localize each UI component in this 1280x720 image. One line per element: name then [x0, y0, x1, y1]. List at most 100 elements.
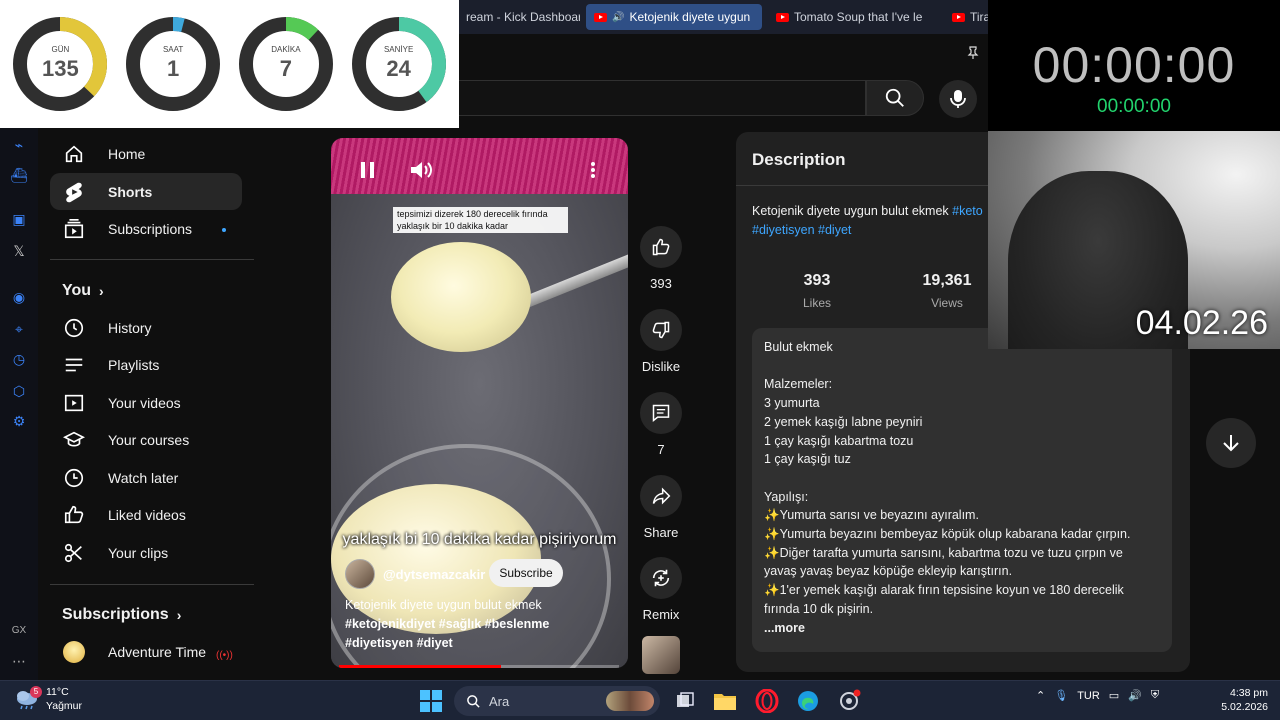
recipe-line — [764, 469, 1160, 488]
counter-label: SAAT — [162, 45, 184, 54]
extensions-icon[interactable]: ⬡ — [10, 382, 28, 400]
sidebar-item-subscriptions[interactable]: Subscriptions — [50, 210, 242, 247]
x-icon[interactable]: 𝕏 — [10, 242, 28, 260]
cloud-bread-spoon — [391, 242, 531, 352]
taskbar-search[interactable]: Ara — [454, 686, 660, 716]
edge-button[interactable] — [795, 688, 821, 714]
subscriptions-heading-label: Subscriptions — [62, 606, 169, 623]
video-subtitle: yaklaşık bi 10 dakika kadar pişiriyorum — [342, 531, 617, 548]
search-input[interactable] — [458, 80, 866, 116]
channel-avatar — [62, 640, 86, 664]
comments-button[interactable] — [640, 392, 682, 434]
recipe-line: 1 çay kaşığı kabartma tozu — [764, 433, 914, 448]
sidebar-item-your-clips[interactable]: Your clips — [50, 534, 242, 571]
language-indicator[interactable]: TUR — [1077, 690, 1100, 702]
show-more-link[interactable]: ...more — [764, 619, 1160, 638]
tab-tomato-soup[interactable]: Tomato Soup that I've le — [768, 4, 938, 30]
volume-icon[interactable]: 🔊 — [1128, 689, 1142, 702]
hashtag-link[interactable]: #diyetisyen #diyet — [752, 223, 851, 237]
display-icon[interactable]: ▭ — [1109, 689, 1119, 702]
search-button[interactable] — [866, 80, 924, 116]
shorts-video-player[interactable]: tepsimizi dizerek 180 derecelik fırında … — [331, 138, 628, 668]
sidebar-item-label: Adventure Time — [108, 643, 207, 660]
video-progress-bar[interactable] — [339, 665, 619, 668]
microphone-icon — [950, 90, 966, 108]
chevron-up-icon[interactable]: ⌃ — [1036, 689, 1045, 702]
shield-icon[interactable]: ⛨ — [1151, 689, 1159, 702]
sidebar-you-heading[interactable]: You › — [62, 282, 104, 300]
like-button[interactable] — [640, 226, 682, 268]
weather-text: 11°C Yağmur — [46, 685, 82, 713]
share-label: Share — [643, 525, 679, 540]
file-explorer-button[interactable] — [712, 688, 738, 714]
app-button[interactable] — [836, 688, 862, 714]
opera-gx-button[interactable] — [754, 688, 780, 714]
voice-search-button[interactable] — [939, 80, 977, 118]
more-icon[interactable]: ⋯ — [10, 652, 28, 670]
sidebar-divider — [50, 584, 254, 585]
recipe-line: Yapılışı: — [764, 489, 809, 504]
share-button[interactable] — [640, 475, 682, 517]
sidebar-item-your-courses[interactable]: Your courses — [50, 421, 242, 458]
thumbs-down-icon — [652, 321, 670, 339]
tab-tira[interactable]: Tira — [944, 4, 988, 30]
folder-icon — [714, 694, 736, 710]
liked-icon — [62, 503, 86, 527]
tab-ketojenik-active[interactable]: 🔊 Ketojenik diyete uygun — [586, 4, 762, 30]
sidebar-item-your-videos[interactable]: Your videos — [50, 384, 242, 421]
taskbar-clock[interactable]: 4:38 pm 5.02.2026 — [1206, 686, 1268, 714]
task-view-button[interactable] — [672, 688, 698, 714]
more-options-button[interactable] — [589, 160, 597, 185]
sidebar-item-watch-later[interactable]: Watch later — [50, 459, 242, 496]
hashtag-link[interactable]: #keto — [952, 204, 983, 218]
recipe-line — [764, 357, 1160, 376]
windows-start-button[interactable] — [418, 688, 444, 714]
next-short-button[interactable] — [1206, 418, 1256, 468]
description-body[interactable]: Bulut ekmek Malzemeler: 3 yumurta 2 yeme… — [752, 328, 1172, 652]
video-channel[interactable]: @dytsemazcakir — [345, 559, 485, 589]
comment-count: 7 — [657, 442, 665, 457]
sidebar-item-home[interactable]: Home — [50, 135, 242, 172]
pin-icon[interactable]: ⌖ — [10, 320, 28, 338]
microphone-icon[interactable]: 🎙 — [1054, 689, 1068, 702]
windows-logo-icon — [420, 690, 442, 712]
youtube-icon — [776, 12, 789, 22]
sidebar-item-liked-videos[interactable]: Liked videos — [50, 496, 242, 533]
video-description[interactable]: Ketojenik diyete uygun bulut ekmek #keto… — [345, 596, 605, 653]
pin-icon[interactable] — [967, 46, 979, 60]
ship-icon[interactable]: ⛴ — [10, 166, 28, 184]
weather-widget[interactable]: 5 11°C Yağmur — [14, 685, 82, 713]
like-count: 393 — [650, 276, 672, 291]
sidebar-subscriptions-heading[interactable]: Subscriptions › — [62, 606, 181, 624]
browser-tab-bar: ream - Kick Dashboard 🔊 Ketojenik diyete… — [458, 0, 988, 34]
timer-main: 00:00:00 — [1032, 37, 1236, 93]
gamepad-icon[interactable]: ⌁ — [10, 136, 28, 154]
player-icon[interactable]: ◉ — [10, 288, 28, 306]
dislike-button[interactable] — [640, 309, 682, 351]
recipe-line: yavaş yavaş beyaz köpüğe ekleyip karıştı… — [764, 564, 1013, 579]
recipe-line: 1 çay kaşığı tuz — [764, 452, 851, 467]
search-icon — [467, 694, 480, 708]
share-icon — [652, 487, 671, 505]
gx-icon[interactable]: GX — [10, 622, 28, 640]
subscribe-button[interactable]: Subscribe — [489, 559, 563, 587]
speaker-icon: 🔊 — [612, 11, 625, 23]
remix-button[interactable] — [640, 557, 682, 599]
sidebar-item-label: Your courses — [108, 431, 190, 448]
sidebar-item-history[interactable]: History — [50, 309, 242, 346]
sidebar-item-playlists[interactable]: Playlists — [50, 346, 242, 383]
sidebar-item-label: Subscriptions — [108, 220, 193, 237]
twitch-icon[interactable]: ▣ — [10, 210, 28, 228]
tab-kick-dashboard[interactable]: ream - Kick Dashboard — [458, 4, 580, 30]
sidebar-item-label: Shorts — [108, 183, 153, 200]
search-placeholder: Ara — [489, 693, 510, 709]
sidebar-sub-adventure-time[interactable]: Adventure Time — [50, 633, 242, 670]
volume-button[interactable] — [409, 160, 435, 185]
new-content-dot — [222, 228, 226, 232]
scissors-icon — [62, 541, 86, 565]
sidebar-item-shorts[interactable]: Shorts — [50, 173, 242, 210]
pause-button[interactable] — [359, 160, 377, 185]
history-icon[interactable]: ◷ — [10, 350, 28, 368]
sound-thumbnail[interactable] — [642, 636, 680, 674]
settings-icon[interactable]: ⚙ — [10, 412, 28, 430]
